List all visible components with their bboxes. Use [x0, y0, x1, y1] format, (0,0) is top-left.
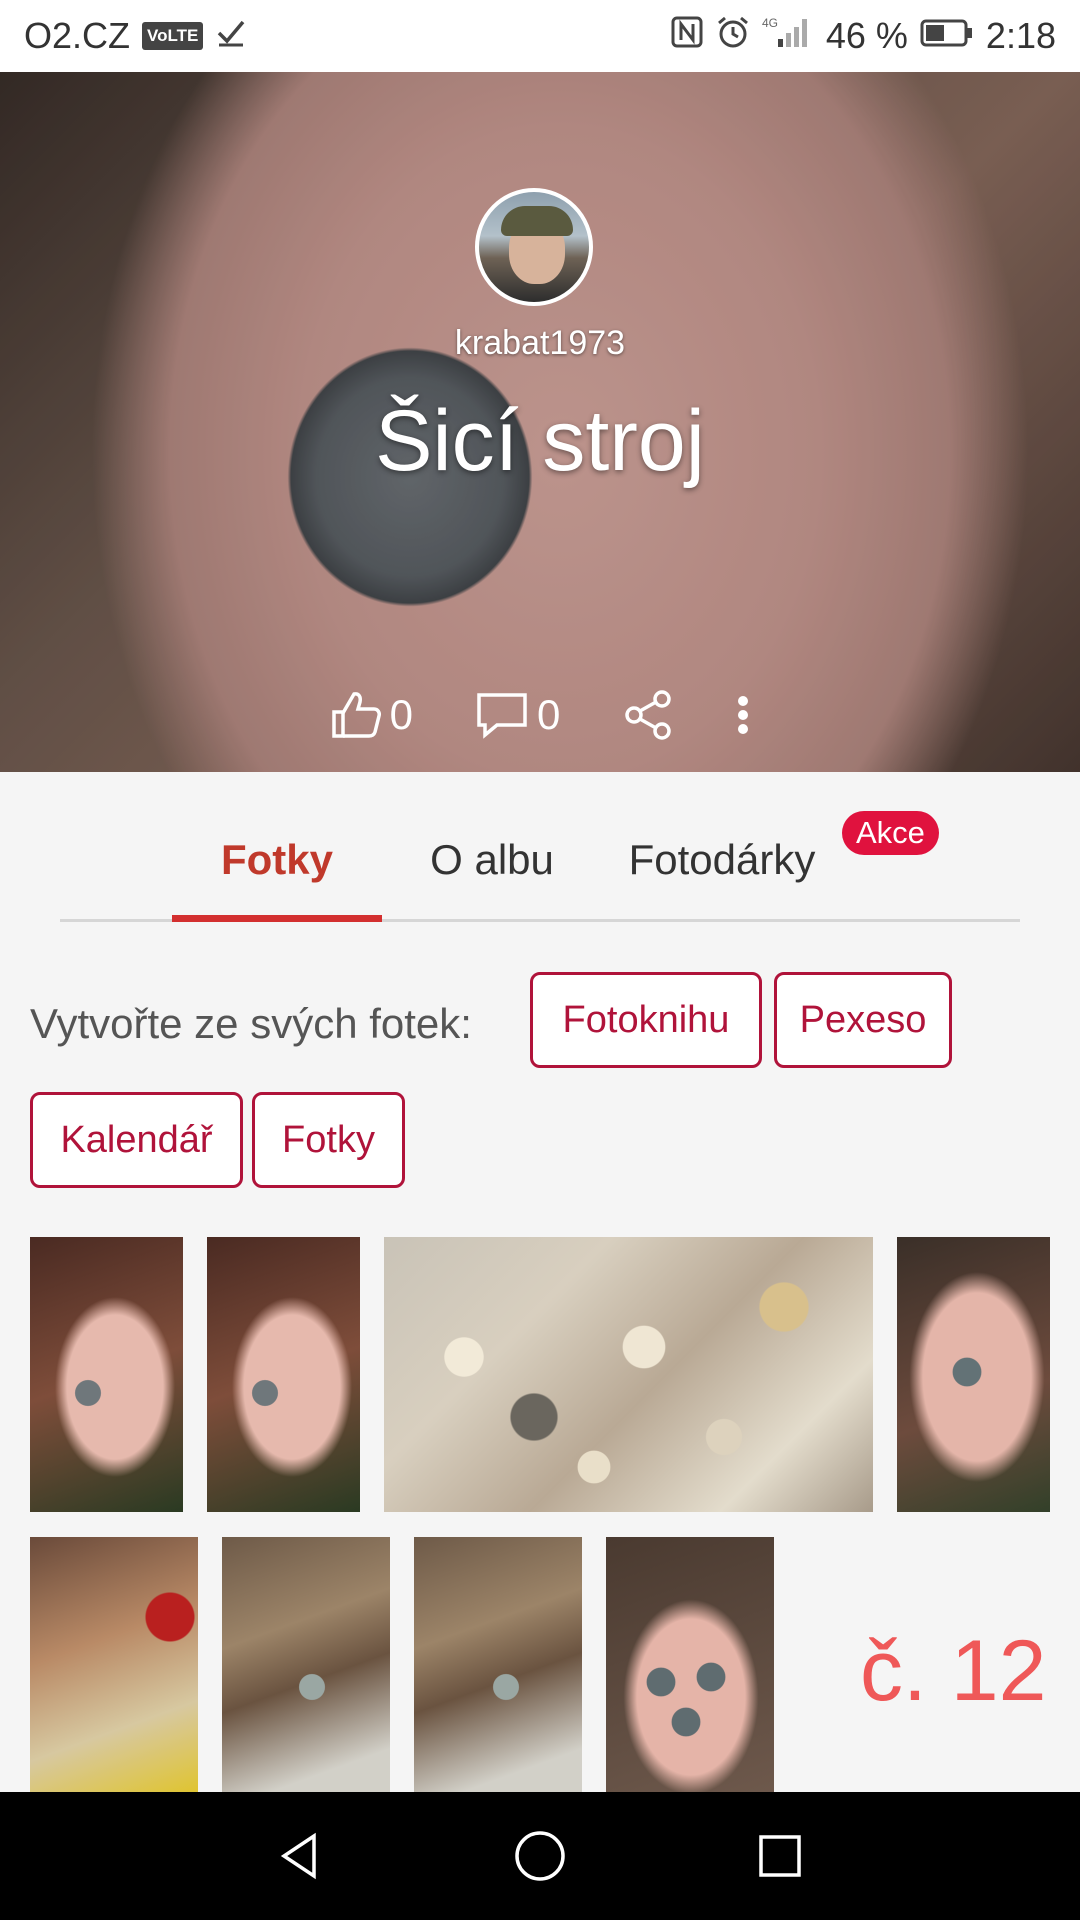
carrier-name: O2.CZ: [24, 15, 131, 56]
tab-about-album[interactable]: O albu: [382, 800, 602, 919]
avatar-cap: [501, 206, 573, 236]
status-bar-left: O2.CZ VoLTE: [24, 15, 247, 57]
svg-text:4G: 4G: [762, 16, 778, 30]
share-icon: [622, 689, 674, 741]
nfc-icon: [670, 15, 704, 58]
photo-thumbnail[interactable]: [222, 1537, 390, 1797]
create-photobook-button[interactable]: Fotoknihu: [530, 972, 762, 1068]
share-button[interactable]: [622, 689, 674, 741]
album-cover: krabat1973 Šicí stroj 0 0: [0, 72, 1080, 772]
photo-thumbnail[interactable]: [207, 1237, 360, 1512]
promo-badge: Akce: [842, 811, 939, 855]
screenshot-number-label: č. 12: [860, 1623, 1047, 1719]
clock: 2:18: [985, 15, 1056, 56]
photo-thumbnail[interactable]: [384, 1237, 873, 1512]
signal-icon: 4G: [762, 15, 814, 58]
tab-photos[interactable]: Fotky: [172, 800, 382, 922]
battery-icon: [920, 15, 974, 57]
create-prompt: Vytvořte ze svých fotek:: [30, 1000, 472, 1047]
battery-percent: 46 %: [825, 15, 908, 56]
like-count: 0: [389, 691, 413, 738]
volte-icon: VoLTE: [142, 22, 204, 50]
comment-count: 0: [537, 691, 561, 738]
album-title: Šicí stroj: [375, 393, 705, 489]
photo-thumbnail[interactable]: [414, 1537, 582, 1797]
more-button[interactable]: [736, 695, 750, 735]
screen: O2.CZ VoLTE 4G 46 % 2:18 krabat1973 Šicí…: [0, 0, 1080, 1920]
photo-thumbnail[interactable]: [897, 1237, 1050, 1512]
alarm-icon: [716, 15, 750, 58]
like-button[interactable]: 0: [330, 690, 413, 740]
create-pexeso-button[interactable]: Pexeso: [774, 972, 952, 1068]
photo-thumbnail[interactable]: [30, 1237, 183, 1512]
photo-thumbnail[interactable]: [606, 1537, 774, 1797]
comment-button[interactable]: 0: [475, 691, 560, 739]
create-prints-button[interactable]: Fotky: [252, 1092, 405, 1188]
system-nav-bar: [0, 1792, 1080, 1920]
back-icon[interactable]: [270, 1826, 330, 1886]
status-bar: O2.CZ VoLTE 4G 46 % 2:18: [0, 0, 1080, 72]
photo-thumbnail[interactable]: [30, 1537, 198, 1797]
comment-icon: [475, 691, 529, 739]
status-bar-right: 4G 46 % 2:18: [670, 15, 1056, 58]
username[interactable]: krabat1973: [0, 324, 1080, 363]
create-calendar-button[interactable]: Kalendář: [30, 1092, 243, 1188]
thumbs-up-icon: [330, 690, 382, 740]
more-vert-icon: [736, 695, 750, 735]
recents-icon[interactable]: [750, 1826, 810, 1886]
tab-photo-gifts[interactable]: Fotodárky: [602, 800, 842, 919]
avatar[interactable]: [475, 188, 593, 306]
album-actions: 0 0: [0, 680, 1080, 750]
home-icon[interactable]: [510, 1826, 570, 1886]
check-icon: [215, 15, 247, 57]
